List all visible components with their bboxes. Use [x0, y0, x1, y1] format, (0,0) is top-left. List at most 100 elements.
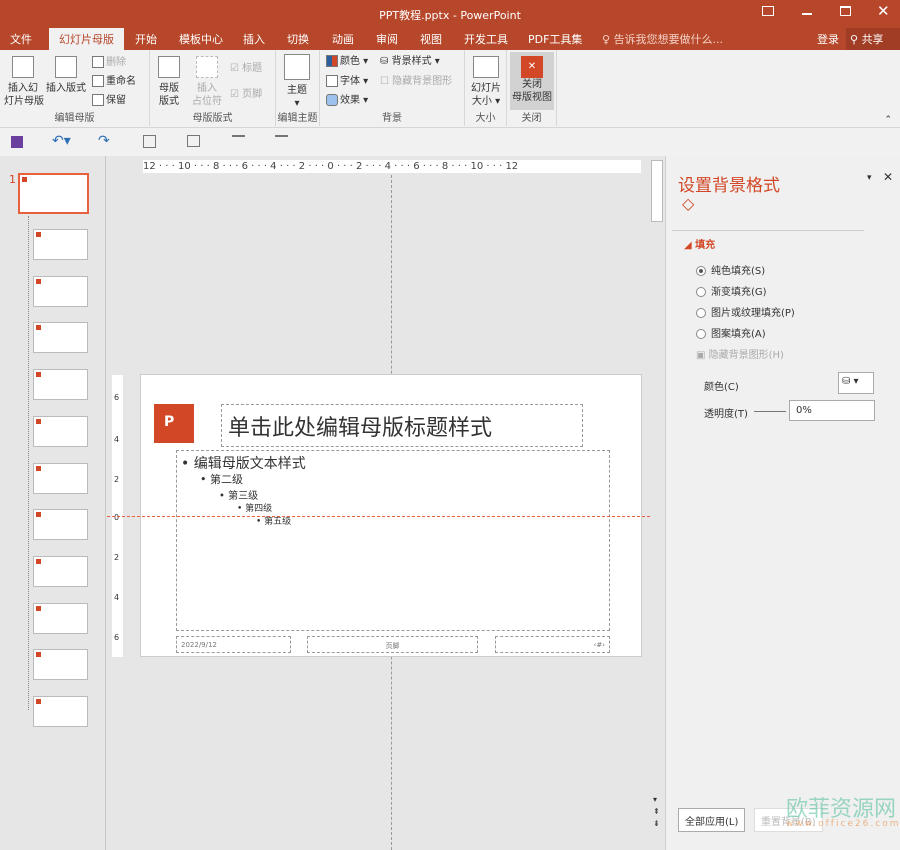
apply-to-all-button[interactable]: 全部应用(L) [678, 808, 746, 832]
footer-placeholder[interactable]: 页脚 [307, 636, 478, 653]
colors-button[interactable]: 颜色 ▾ [326, 55, 368, 68]
tick: 6 [114, 633, 120, 642]
pane-options-icon[interactable]: ▾ [867, 173, 872, 183]
rename-icon [92, 75, 104, 87]
share-button[interactable]: ⚲ 共享 [846, 28, 900, 50]
radio-gradient-fill[interactable]: 渐变填充(G) [696, 283, 767, 298]
tab-animations[interactable]: 动画 [332, 31, 354, 47]
ribbon-display-icon[interactable] [762, 6, 774, 16]
thumbnail-layout[interactable] [33, 415, 88, 447]
tab-slide-master[interactable]: 幻灯片母版 [49, 28, 124, 50]
presenter-icon[interactable] [275, 135, 288, 148]
color-picker-button[interactable]: ⛁ ▾ [838, 372, 874, 394]
body-placeholder[interactable]: • 编辑母版文本样式 • 第二级 • 第三级 • 第四级 • 第五级 [176, 450, 610, 631]
hide-background-graphics-checkbox[interactable]: ▣ 隐藏背景图形(H) [696, 346, 784, 361]
tab-pdf[interactable]: PDF工具集 [528, 31, 582, 47]
collapse-ribbon-icon[interactable]: ⌃ [884, 115, 892, 125]
fill-line-icon[interactable]: ◇ [682, 194, 694, 213]
save-icon[interactable] [11, 136, 23, 148]
powerpoint-logo: P [154, 404, 194, 443]
effects-button[interactable]: 效果 ▾ [326, 94, 368, 107]
themes-button[interactable]: 主题 ▾ [282, 54, 312, 110]
thumbnail-layout[interactable] [33, 509, 88, 541]
undo-icon[interactable]: ↶▾ [52, 133, 71, 149]
label: 母版 版式 [159, 83, 179, 107]
tab-file[interactable]: 文件 [10, 31, 32, 47]
redo-icon[interactable]: ↷ [98, 133, 110, 149]
tell-me-text: 告诉我您想要做什么... [613, 33, 724, 46]
title-placeholder[interactable]: 单击此处编辑母版标题样式 [221, 404, 583, 447]
rehearse-icon[interactable] [232, 135, 245, 148]
tab-review[interactable]: 审阅 [376, 31, 398, 47]
hide-background-checkbox[interactable]: ☐ 隐藏背景图形 [380, 75, 452, 88]
date-placeholder[interactable]: 2022/9/12 [176, 636, 291, 653]
tab-developer[interactable]: 开发工具 [464, 31, 508, 47]
thumbnail-layout[interactable] [33, 555, 88, 587]
tab-template[interactable]: 模板中心 [179, 31, 223, 47]
footer-checkbox[interactable]: ☑ 页脚 [230, 88, 262, 101]
label: 颜色 [340, 56, 360, 67]
tell-me-search[interactable]: ♀ 告诉我您想要做什么... [602, 31, 723, 47]
label: 插入版式 [46, 83, 86, 94]
color-label: 颜色(C) [704, 382, 739, 393]
thumbnail-layout[interactable] [33, 229, 88, 260]
thumbnail-layout[interactable] [33, 322, 88, 354]
thumbnail-layout[interactable] [33, 602, 88, 634]
share-label: 共享 [861, 33, 884, 46]
group-background: 颜色 ▾ 字体 ▾ 效果 ▾ ⛁ 背景样式 ▾ ☐ 隐藏背景图形 背景 [320, 50, 465, 126]
tab-insert[interactable]: 插入 [243, 31, 265, 47]
fonts-button[interactable]: 字体 ▾ [326, 75, 368, 88]
transparency-slider[interactable] [754, 411, 786, 412]
maximize-icon[interactable] [840, 6, 851, 16]
radio-pattern-fill[interactable]: 图案填充(A) [696, 325, 766, 340]
transparency-input[interactable]: 0% [789, 400, 875, 421]
scroll-thumb[interactable] [651, 160, 663, 222]
horizontal-guide[interactable] [107, 516, 650, 517]
watermark-url: www.office26.com [786, 819, 900, 829]
fill-section-header[interactable]: ◢ 填充 [684, 236, 715, 251]
close-master-view-button[interactable]: ✕ 关闭 母版视图 [510, 52, 554, 110]
radio-solid-fill[interactable]: 纯色填充(S) [696, 262, 765, 277]
preserve-button[interactable]: 保留 [92, 94, 126, 107]
minimize-icon[interactable] [802, 13, 812, 15]
slide-size-button[interactable]: 幻灯片 大小 ▾ [468, 56, 504, 108]
title-checkbox[interactable]: ☑ 标题 [230, 62, 262, 75]
delete-button[interactable]: 删除 [92, 56, 126, 69]
from-beginning-icon[interactable] [143, 135, 156, 148]
tab-home[interactable]: 开始 [135, 31, 157, 47]
label: 插入幻 灯片母版 [4, 83, 44, 107]
insert-master-button[interactable]: 插入幻 灯片母版 [4, 56, 44, 108]
tab-view[interactable]: 视图 [420, 31, 442, 47]
pane-close-icon[interactable]: ✕ [883, 170, 893, 184]
background-styles-button[interactable]: ⛁ 背景样式 ▾ [380, 55, 440, 68]
rename-button[interactable]: 重命名 [92, 75, 136, 88]
tick: 2 [114, 475, 120, 484]
thumbnail-master[interactable] [18, 173, 89, 214]
scroll-buttons[interactable]: ▾ ⇞ ⇟ [653, 794, 660, 830]
label: 页脚 [242, 89, 263, 100]
thumbnail-layout[interactable] [33, 696, 88, 727]
close-icon[interactable]: ✕ [877, 2, 890, 20]
radio-picture-fill[interactable]: 图片或纹理填充(P) [696, 304, 795, 319]
thumbnail-layout[interactable] [33, 369, 88, 401]
group-label: 编辑母版 [54, 113, 95, 124]
insert-layout-button[interactable]: 插入版式 [44, 56, 88, 95]
close-x-icon: ✕ [521, 56, 543, 78]
group-edit-master: 插入幻 灯片母版 插入版式 删除 重命名 保留 编辑母版 [0, 50, 150, 126]
master-layout-button[interactable]: 母版 版式 [154, 56, 184, 108]
thumbnail-layout[interactable] [33, 649, 88, 681]
group-size: 幻灯片 大小 ▾ 大小 [465, 50, 507, 126]
label: 重命名 [106, 76, 136, 87]
vertical-scrollbar[interactable]: ▾ ⇞ ⇟ [650, 160, 664, 835]
insert-placeholder-button[interactable]: 插入 占位符 [188, 56, 226, 108]
thumbnail-layout[interactable] [33, 275, 88, 307]
page-number-placeholder[interactable]: ‹#› [495, 636, 610, 653]
colors-icon [326, 55, 338, 67]
text-box-icon[interactable] [187, 135, 200, 147]
thumbnail-layout[interactable] [33, 462, 88, 494]
label: 保留 [106, 95, 126, 106]
tab-transitions[interactable]: 切换 [287, 31, 309, 47]
ribbon: 插入幻 灯片母版 插入版式 删除 重命名 保留 编辑母版 母版 版式 插入 占位… [0, 50, 900, 128]
horizontal-ruler[interactable]: 12 · · · 10 · · · 8 · · · 6 · · · 4 · · … [143, 160, 641, 173]
signin-link[interactable]: 登录 [817, 31, 839, 47]
